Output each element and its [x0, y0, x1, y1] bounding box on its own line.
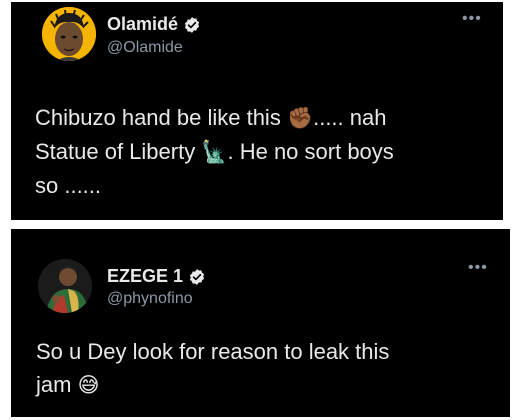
tweet-line: So u Dey look for reason to leak this: [36, 335, 496, 368]
grinning-sweat-emoji-icon: 😅: [77, 374, 100, 397]
tweet-line-text: ..... nah: [313, 105, 387, 130]
display-name[interactable]: Olamidé: [107, 14, 178, 35]
tweet-text: Chibuzo hand be like this ✊🏾..... nah St…: [35, 101, 495, 202]
tweet-line-text: so ......: [35, 173, 102, 198]
avatar[interactable]: [42, 7, 96, 61]
verified-badge-icon: [189, 268, 205, 285]
more-options-ellipsis-icon[interactable]: •••: [462, 10, 482, 28]
tweet-line-text: . He no sort boys: [227, 139, 394, 164]
tweet-line-text: Statue of Liberty: [35, 139, 202, 164]
tweet-line: Statue of Liberty 🗽. He no sort boys: [35, 135, 495, 169]
tweet-text: So u Dey look for reason to leak this ja…: [36, 335, 496, 402]
tweet-line-text: Chibuzo hand be like this: [35, 105, 287, 130]
tweet-line: Chibuzo hand be like this ✊🏾..... nah: [35, 101, 495, 135]
handle[interactable]: @Olamide: [107, 39, 183, 57]
statue-of-liberty-emoji-icon: 🗽: [201, 141, 228, 164]
avatar[interactable]: [38, 259, 92, 313]
more-options-ellipsis-icon[interactable]: •••: [468, 259, 488, 277]
tweet-card-ezege[interactable]: EZEGE 1 @phynofino ••• So u Dey look for…: [11, 229, 510, 417]
raised-fist-emoji-icon: ✊🏾: [286, 107, 314, 130]
handle[interactable]: @phynofino: [107, 290, 193, 308]
tweet-line: jam 😅: [36, 368, 496, 402]
author-name-row: Olamidé: [107, 14, 201, 35]
tweet-line-text: jam: [36, 372, 78, 397]
tweet-line: so ......: [35, 169, 495, 202]
verified-badge-icon: [184, 16, 200, 33]
tweet-card-olamide[interactable]: Olamidé @Olamide ••• Chibuzo hand be lik…: [11, 2, 503, 220]
cartoon-avatar-icon: [42, 7, 96, 61]
display-name[interactable]: EZEGE 1: [107, 266, 183, 287]
author-name-row: EZEGE 1: [107, 266, 206, 287]
photo-avatar-icon: [38, 259, 92, 313]
tweet-line-text: So u Dey look for reason to leak this: [36, 339, 390, 364]
